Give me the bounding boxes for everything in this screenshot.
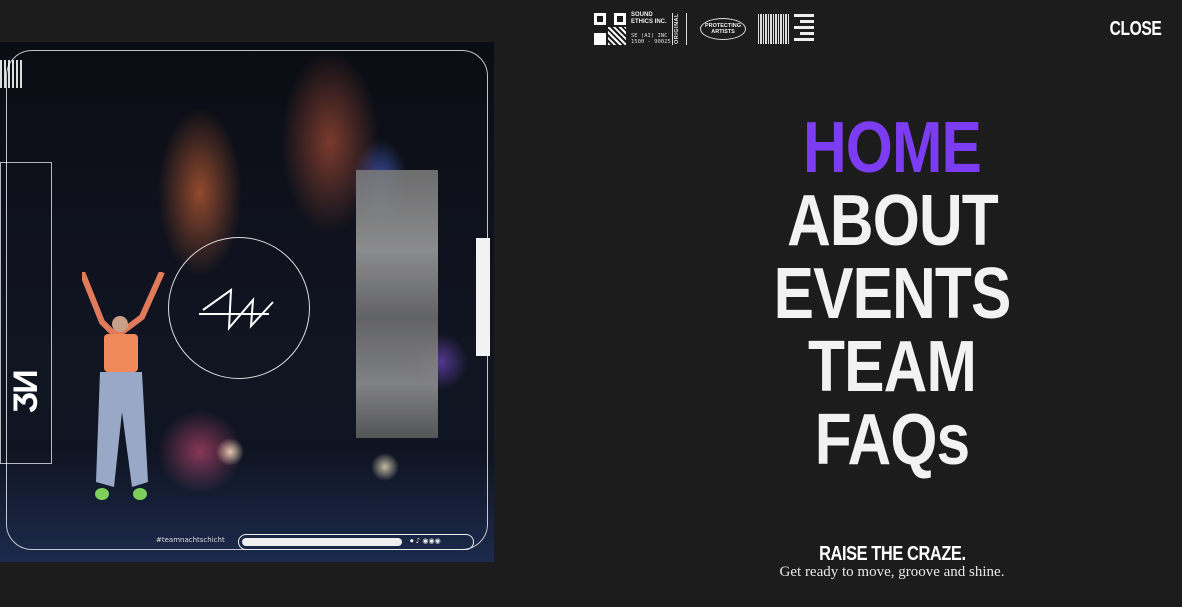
badge-divider (686, 13, 687, 45)
original-label: ORIGINAL (674, 13, 680, 44)
nav-item-faqs[interactable]: FAQs (815, 404, 970, 477)
tagline: RAISE THE CRAZE. Get ready to move, groo… (680, 543, 1104, 581)
company-code: SE (AI) INC 1500 - 90025 (631, 33, 671, 45)
barcode-icon (758, 14, 790, 44)
protecting-artists-badge: PROTECTING ARTISTS (700, 18, 746, 40)
artwork-tape (356, 170, 438, 438)
artwork-hashtag: #teamnachtschicht (156, 536, 225, 544)
nav-item-team[interactable]: TEAM (808, 331, 977, 404)
company-name: SOUND ETHICS INC. (631, 12, 667, 25)
header-badges: SOUND ETHICS INC. SE (AI) INC 1500 - 900… (594, 12, 818, 46)
nav-item-home[interactable]: HOME (803, 112, 982, 185)
artwork-logo-glyph: ӠИ (7, 371, 45, 413)
qr-code-icon (594, 13, 626, 45)
progress-fill (242, 538, 402, 546)
close-button[interactable]: CLOSE (1109, 18, 1161, 41)
circle-logo-icon (168, 237, 310, 379)
hero-artwork: ӠИ #teamnachtschicht ⏺ ♪ ◉◉◉ (0, 42, 494, 562)
nav-item-about[interactable]: ABOUT (787, 185, 999, 258)
artwork-tab (476, 238, 490, 356)
main-menu: HOME ABOUT EVENTS TEAM FAQs (680, 112, 1104, 477)
player-controls: ⏺ ♪ ◉◉◉ (410, 537, 441, 545)
badge-divider (672, 13, 673, 45)
tagline-subtitle: Get ready to move, groove and shine. (779, 564, 1005, 580)
tagline-title: RAISE THE CRAZE. (818, 543, 966, 565)
performer-figure (82, 272, 165, 500)
nav-item-events[interactable]: EVENTS (774, 258, 1012, 331)
artwork-player-bar: #teamnachtschicht ⏺ ♪ ◉◉◉ (156, 534, 474, 552)
stripes-logo-icon (794, 14, 814, 44)
artwork-side-panel: ӠИ (0, 162, 52, 464)
